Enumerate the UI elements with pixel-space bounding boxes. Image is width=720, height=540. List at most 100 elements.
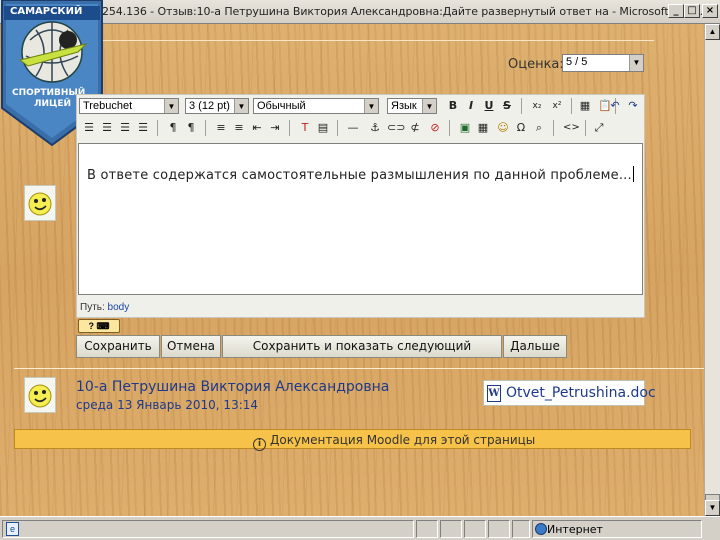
table-icon[interactable]: ▦ bbox=[475, 121, 491, 135]
unordered-list-icon[interactable]: ≡ bbox=[231, 121, 247, 135]
minimize-button[interactable]: _ bbox=[668, 4, 684, 18]
align-center-icon[interactable]: ☰ bbox=[99, 121, 115, 135]
info-icon: i bbox=[253, 438, 266, 451]
special-char-icon[interactable]: Ω bbox=[513, 121, 529, 135]
moodle-docs-label: Документация Moodle для этой страницы bbox=[270, 433, 536, 447]
help-keyboard-button[interactable]: ? ⌨ bbox=[78, 319, 120, 333]
horizontal-rule-icon[interactable]: — bbox=[345, 121, 361, 135]
fullscreen-icon[interactable]: ⤢ bbox=[591, 121, 607, 135]
toolbar-separator bbox=[157, 120, 158, 136]
size-select-value: 3 (12 pt) bbox=[189, 100, 230, 112]
html-source-icon[interactable]: <> bbox=[563, 121, 580, 135]
size-select[interactable]: 3 (12 pt) ▼ bbox=[185, 98, 249, 114]
language-select-value: Язык bbox=[391, 100, 417, 112]
window-title: 254.136 - Отзыв:10-а Петрушина Виктория … bbox=[102, 5, 704, 18]
grade-label: Оценка: bbox=[508, 57, 564, 72]
indent-icon[interactable]: ⇥ bbox=[267, 121, 283, 135]
moodle-docs-bar: i Документация Moodle для этой страницы bbox=[14, 429, 691, 451]
next-button[interactable]: Дальше bbox=[503, 335, 567, 358]
search-replace-icon[interactable]: ⌕ bbox=[531, 121, 547, 135]
toolbar-separator bbox=[449, 120, 450, 136]
save-button[interactable]: Сохранить bbox=[76, 335, 160, 358]
save-and-next-button[interactable]: Сохранить и показать следующий bbox=[222, 335, 502, 358]
image-icon[interactable]: ▣ bbox=[457, 121, 473, 135]
font-select[interactable]: Trebuchet ▼ bbox=[79, 98, 179, 114]
divider bbox=[94, 40, 654, 41]
superscript-icon[interactable]: x² bbox=[549, 99, 565, 113]
grade-select[interactable]: 5 / 5 ▼ bbox=[562, 54, 644, 72]
path-value[interactable]: body bbox=[108, 302, 130, 313]
editor-toolbar-row-2: ☰ ☰ ☰ ☰ ¶ ¶ ≡ ≡ ⇤ ⇥ T ▤ — ⚓ ⊂⊃ ⊄ ⊘ ▣ ▦ ☺… bbox=[77, 117, 644, 139]
maximize-button[interactable]: □ bbox=[684, 4, 700, 18]
bold-button[interactable]: B bbox=[445, 99, 461, 113]
chevron-down-icon: ▼ bbox=[629, 55, 643, 71]
align-right-icon[interactable]: ☰ bbox=[117, 121, 133, 135]
status-cell bbox=[440, 520, 462, 538]
format-select-value: Обычный bbox=[257, 100, 306, 112]
editor-content: В ответе содержатся самостоятельные разм… bbox=[87, 166, 634, 183]
strikethrough-button[interactable]: S bbox=[499, 99, 515, 113]
toolbar-separator bbox=[521, 98, 522, 114]
word-doc-icon: W bbox=[487, 385, 501, 402]
outdent-icon[interactable]: ⇤ bbox=[249, 121, 265, 135]
post-date: среда 13 Январь 2010, 13:14 bbox=[76, 398, 259, 412]
attachment-name: Otvet_Petrushina.doc bbox=[506, 385, 656, 401]
toolbar-separator bbox=[205, 120, 206, 136]
subscript-icon[interactable]: x₂ bbox=[529, 99, 545, 113]
language-select[interactable]: Язык ▼ bbox=[387, 98, 437, 114]
chevron-down-icon: ▼ bbox=[364, 99, 378, 113]
undo-icon[interactable]: ↶ bbox=[607, 99, 623, 113]
status-cell bbox=[512, 520, 530, 538]
nolink-icon[interactable]: ⊘ bbox=[427, 121, 443, 135]
moodle-docs-link[interactable]: i Документация Moodle для этой страницы bbox=[253, 433, 535, 451]
chevron-down-icon: ▼ bbox=[164, 99, 178, 113]
editor-content-area[interactable]: В ответе содержатся самостоятельные разм… bbox=[78, 143, 643, 295]
status-cell bbox=[416, 520, 438, 538]
globe-icon bbox=[535, 523, 547, 535]
scroll-up-icon[interactable]: ▲ bbox=[705, 24, 720, 40]
unlink-icon[interactable]: ⊄ bbox=[407, 121, 423, 135]
scroll-down-icon[interactable]: ▼ bbox=[705, 500, 720, 516]
status-message-cell: e bbox=[2, 520, 414, 538]
html-editor: Trebuchet ▼ 3 (12 pt) ▼ Обычный ▼ Язык ▼ B I… bbox=[76, 94, 645, 318]
font-select-value: Trebuchet bbox=[83, 100, 133, 112]
format-select[interactable]: Обычный ▼ bbox=[253, 98, 379, 114]
window-titlebar: 254.136 - Отзыв:10-а Петрушина Виктория … bbox=[0, 0, 720, 24]
underline-button[interactable]: U bbox=[481, 99, 497, 113]
editor-content-text: В ответе содержатся самостоятельные разм… bbox=[87, 168, 632, 183]
editor-toolbar-row-1: Trebuchet ▼ 3 (12 pt) ▼ Обычный ▼ Язык ▼ B I… bbox=[77, 95, 644, 117]
anchor-icon[interactable]: ⚓ bbox=[367, 121, 383, 135]
ltr-icon[interactable]: ¶ bbox=[165, 121, 181, 135]
cancel-button[interactable]: Отмена bbox=[161, 335, 221, 358]
italic-button[interactable]: I bbox=[463, 99, 479, 113]
toolbar-separator bbox=[337, 120, 338, 136]
page-done-icon: e bbox=[6, 522, 19, 536]
toolbar-separator bbox=[585, 120, 586, 136]
logo-text-3: ЛИЦЕЙ bbox=[34, 99, 72, 109]
security-zone-label: Интернет bbox=[547, 523, 603, 536]
justify-icon[interactable]: ☰ bbox=[135, 121, 151, 135]
redo-icon[interactable]: ↷ bbox=[625, 99, 641, 113]
align-left-icon[interactable]: ☰ bbox=[81, 121, 97, 135]
vertical-scrollbar[interactable]: ▲ ▼ bbox=[704, 24, 720, 516]
link-icon[interactable]: ⊂⊃ bbox=[387, 121, 405, 135]
path-label: Путь: bbox=[80, 302, 105, 313]
post-author[interactable]: 10-а Петрушина Виктория Александровна bbox=[76, 379, 389, 395]
rtl-icon[interactable]: ¶ bbox=[183, 121, 199, 135]
toolbar-separator bbox=[289, 120, 290, 136]
attachment-link[interactable]: W Otvet_Petrushina.doc bbox=[483, 380, 656, 406]
chevron-down-icon: ▼ bbox=[422, 99, 436, 113]
toolbar-separator bbox=[553, 120, 554, 136]
toolbar-separator bbox=[571, 98, 572, 114]
status-bar: e Интернет bbox=[0, 516, 720, 540]
smiley-icon[interactable]: ☺ bbox=[495, 121, 511, 135]
text-color-icon[interactable]: T bbox=[297, 121, 313, 135]
bg-color-icon[interactable]: ▤ bbox=[315, 121, 331, 135]
status-cell bbox=[464, 520, 486, 538]
editor-path: Путь: body bbox=[80, 302, 129, 313]
close-button[interactable]: × bbox=[702, 4, 718, 18]
clean-word-icon[interactable]: ▦ bbox=[577, 99, 593, 113]
logo-text-2: СПОРТИВНЫЙ bbox=[12, 88, 86, 98]
text-caret bbox=[632, 166, 634, 182]
ordered-list-icon[interactable]: ≡ bbox=[213, 121, 229, 135]
